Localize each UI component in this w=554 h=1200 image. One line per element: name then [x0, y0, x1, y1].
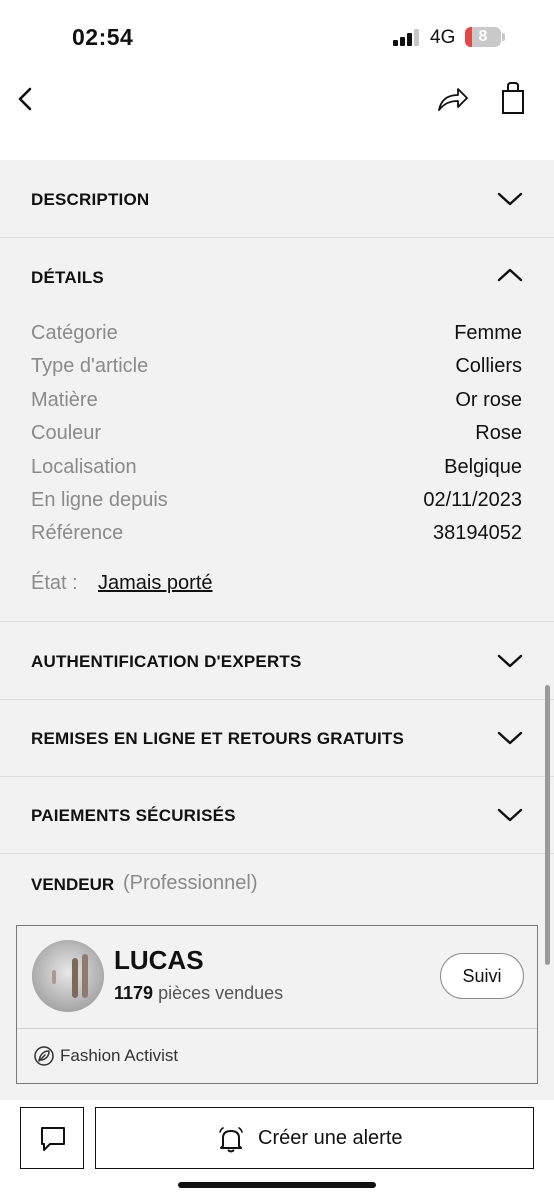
detail-row-material: Matière Or rose — [31, 389, 522, 419]
accordion-authentication-title: AUTHENTIFICATION D'EXPERTS — [31, 652, 302, 671]
back-button[interactable] — [10, 82, 44, 116]
condition-row: État : Jamais porté — [31, 572, 213, 595]
chevron-down-icon — [497, 808, 523, 822]
detail-label: Localisation — [31, 456, 137, 478]
follow-button[interactable]: Suivi — [440, 953, 524, 999]
bottom-action-bar: Créer une alerte — [0, 1100, 554, 1200]
detail-row-reference: Référence 38194052 — [31, 522, 522, 552]
accordion-payments-title: PAIEMENTS SÉCURISÉS — [31, 806, 236, 825]
product-info-panel: DESCRIPTION DÉTAILS Catégorie Femme Type… — [0, 160, 554, 1100]
status-bar: 02:54 4G 8 — [0, 0, 554, 76]
chevron-left-icon — [18, 87, 32, 111]
detail-value: Femme — [454, 322, 522, 344]
avatar[interactable] — [32, 940, 104, 1012]
accordion-authentication[interactable]: AUTHENTIFICATION D'EXPERTS — [0, 622, 554, 700]
detail-label: Référence — [31, 522, 124, 544]
detail-value: 02/11/2023 — [423, 489, 522, 511]
sold-count-number: 1179 — [114, 983, 154, 1003]
detail-value: Or rose — [455, 389, 522, 411]
detail-value: Belgique — [444, 456, 522, 478]
detail-value: Colliers — [455, 355, 522, 377]
detail-label: Type d'article — [31, 355, 149, 377]
battery-level: 8 — [478, 28, 488, 45]
accordion-description[interactable]: DESCRIPTION — [0, 160, 554, 238]
chat-icon — [41, 1127, 65, 1151]
shopping-bag-button[interactable] — [497, 80, 529, 116]
detail-row-location: Localisation Belgique — [31, 456, 522, 486]
scrollbar[interactable] — [545, 685, 550, 965]
battery-icon: 8 — [465, 27, 505, 47]
accordion-returns[interactable]: REMISES EN LIGNE ET RETOURS GRATUITS — [0, 699, 554, 777]
detail-row-type: Type d'article Colliers — [31, 355, 522, 385]
accordion-details-title[interactable]: DÉTAILS — [31, 268, 104, 288]
message-button[interactable] — [20, 1107, 84, 1169]
seller-type: (Professionnel) — [123, 872, 258, 894]
leaf-badge-icon — [34, 1046, 54, 1066]
accordion-payments[interactable]: PAIEMENTS SÉCURISÉS — [0, 776, 554, 854]
nav-bar — [0, 76, 554, 160]
chevron-down-icon — [497, 654, 523, 668]
share-icon — [438, 88, 468, 111]
detail-label: Catégorie — [31, 322, 118, 344]
create-alert-label: Créer une alerte — [258, 1127, 403, 1149]
detail-value: 38194052 — [433, 522, 522, 544]
seller-name[interactable]: LUCAS — [114, 945, 204, 976]
condition-link[interactable]: Jamais porté — [98, 572, 213, 595]
detail-row-category: Catégorie Femme — [31, 322, 522, 352]
seller-sold-count: 1179 pièces vendues — [114, 983, 283, 1004]
accordion-description-title: DESCRIPTION — [31, 190, 150, 209]
detail-label: Matière — [31, 389, 98, 411]
detail-label: En ligne depuis — [31, 489, 168, 511]
share-button[interactable] — [434, 82, 470, 116]
status-time: 02:54 — [72, 24, 134, 50]
detail-value: Rose — [475, 422, 522, 444]
seller-avatar-image — [32, 940, 104, 1012]
seller-badge-label: Fashion Activist — [60, 1046, 179, 1065]
detail-label: Couleur — [31, 422, 102, 444]
seller-card[interactable]: LUCAS 1179 pièces vendues Suivi Fashion … — [16, 925, 538, 1084]
chevron-up-icon[interactable] — [497, 266, 523, 284]
chevron-down-icon — [497, 731, 523, 745]
chevron-down-icon — [497, 192, 523, 206]
condition-label: État : — [31, 572, 78, 594]
create-alert-button[interactable]: Créer une alerte — [95, 1107, 534, 1169]
accordion-returns-title: REMISES EN LIGNE ET RETOURS GRATUITS — [31, 729, 405, 748]
seller-section-title: VENDEUR — [31, 875, 115, 894]
signal-icon — [393, 29, 421, 46]
network-label: 4G — [430, 27, 456, 48]
card-divider — [17, 1028, 537, 1029]
detail-row-online-since: En ligne depuis 02/11/2023 — [31, 489, 522, 519]
home-indicator[interactable] — [178, 1182, 376, 1188]
sold-count-label: pièces vendues — [158, 983, 284, 1003]
accordion-details: DÉTAILS Catégorie Femme Type d'article C… — [0, 238, 554, 622]
detail-row-color: Couleur Rose — [31, 422, 522, 452]
bell-icon — [219, 1127, 243, 1153]
shopping-bag-icon — [502, 82, 524, 114]
